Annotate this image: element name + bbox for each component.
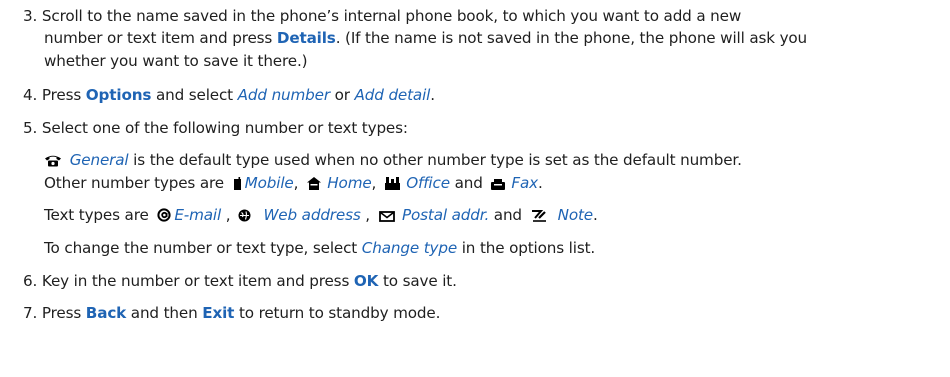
home-type: Home [327,174,372,192]
step-text: Select one of the following number or te… [41,119,408,137]
step-text: number or text item and press [44,29,277,47]
change-type-line: To change the number or text type, selec… [44,238,595,258]
step-text: to return to standby mode. [234,304,441,322]
change-type-option: Change type [361,239,458,257]
step-3-line-3: whether you want to save it there.) [44,51,308,71]
step-text: . [430,86,435,104]
step-text: Press [41,86,86,104]
step-7-line: 7. Press Back and then Exit to return to… [23,303,440,323]
office-type: Office [406,174,450,192]
step-number: 6. [23,272,38,290]
connector: and [489,206,527,224]
step-text: in the options list. [457,239,596,257]
step-text: or [329,86,355,104]
step-text: is the default type used when no other n… [128,151,742,169]
exit-command: Exit [202,304,235,322]
home-icon [307,177,322,190]
separator: , [360,206,370,224]
separator: . [592,206,598,224]
step-text: To change the number or text type, selec… [44,239,362,257]
connector: and [449,174,488,192]
fax-icon [491,179,506,190]
step-text: Other number types are [44,174,229,192]
number-types-line: Other number types are Mobile, Home, Offic… [44,173,543,193]
step-number: 7. [23,304,38,322]
postal-address-icon [379,211,395,222]
step-3-line-1: 3. Scroll to the name saved in the phone… [23,6,741,26]
step-text: to save it. [378,272,457,290]
mobile-type: Mobile [244,174,294,192]
step-number: 4. [23,86,38,104]
note-type: Note [557,206,594,224]
office-icon [385,177,401,190]
back-command: Back [85,304,127,322]
separator: . [537,174,543,192]
step-text: Scroll to the name saved in the phone’s … [41,7,742,25]
email-type: E-mail [174,206,222,224]
details-command: Details [276,29,336,47]
step-text: whether you want to save it there.) [44,52,308,70]
general-type-line: General is the default type used when no… [44,150,742,170]
step-text: Text types are [44,206,154,224]
separator: , [371,174,377,192]
step-5-line: 5. Select one of the following number or… [23,118,408,138]
web-address-type: Web address [263,206,361,224]
web-address-icon [238,209,251,222]
step-text: . (If the name is not saved in the phone… [335,29,808,47]
manual-page: 3. Scroll to the name saved in the phone… [0,0,950,377]
step-4-line: 4. Press Options and select Add number o… [23,85,435,105]
step-number: 5. [23,119,38,137]
add-number-option: Add number [237,86,330,104]
note-icon [531,209,547,222]
fax-type: Fax [511,174,538,192]
postal-address-type: Postal addr. [401,206,490,224]
step-text: and then [126,304,203,322]
step-6-line: 6. Key in the number or text item and pr… [23,271,457,291]
options-command: Options [85,86,152,104]
separator: , [293,174,299,192]
general-type: General [69,151,129,169]
email-icon [157,208,171,222]
mobile-icon [233,177,242,190]
ok-command: OK [353,272,379,290]
step-number: 3. [23,7,38,25]
step-text: Press [41,304,86,322]
step-text: and select [151,86,238,104]
step-text: Key in the number or text item and press [41,272,354,290]
separator: , [221,206,231,224]
add-detail-option: Add detail [354,86,431,104]
step-3-line-2: number or text item and press Details. (… [44,28,807,48]
text-types-line: Text types are E-mail , Web address , Post… [44,205,598,225]
general-phone-icon [44,154,62,167]
